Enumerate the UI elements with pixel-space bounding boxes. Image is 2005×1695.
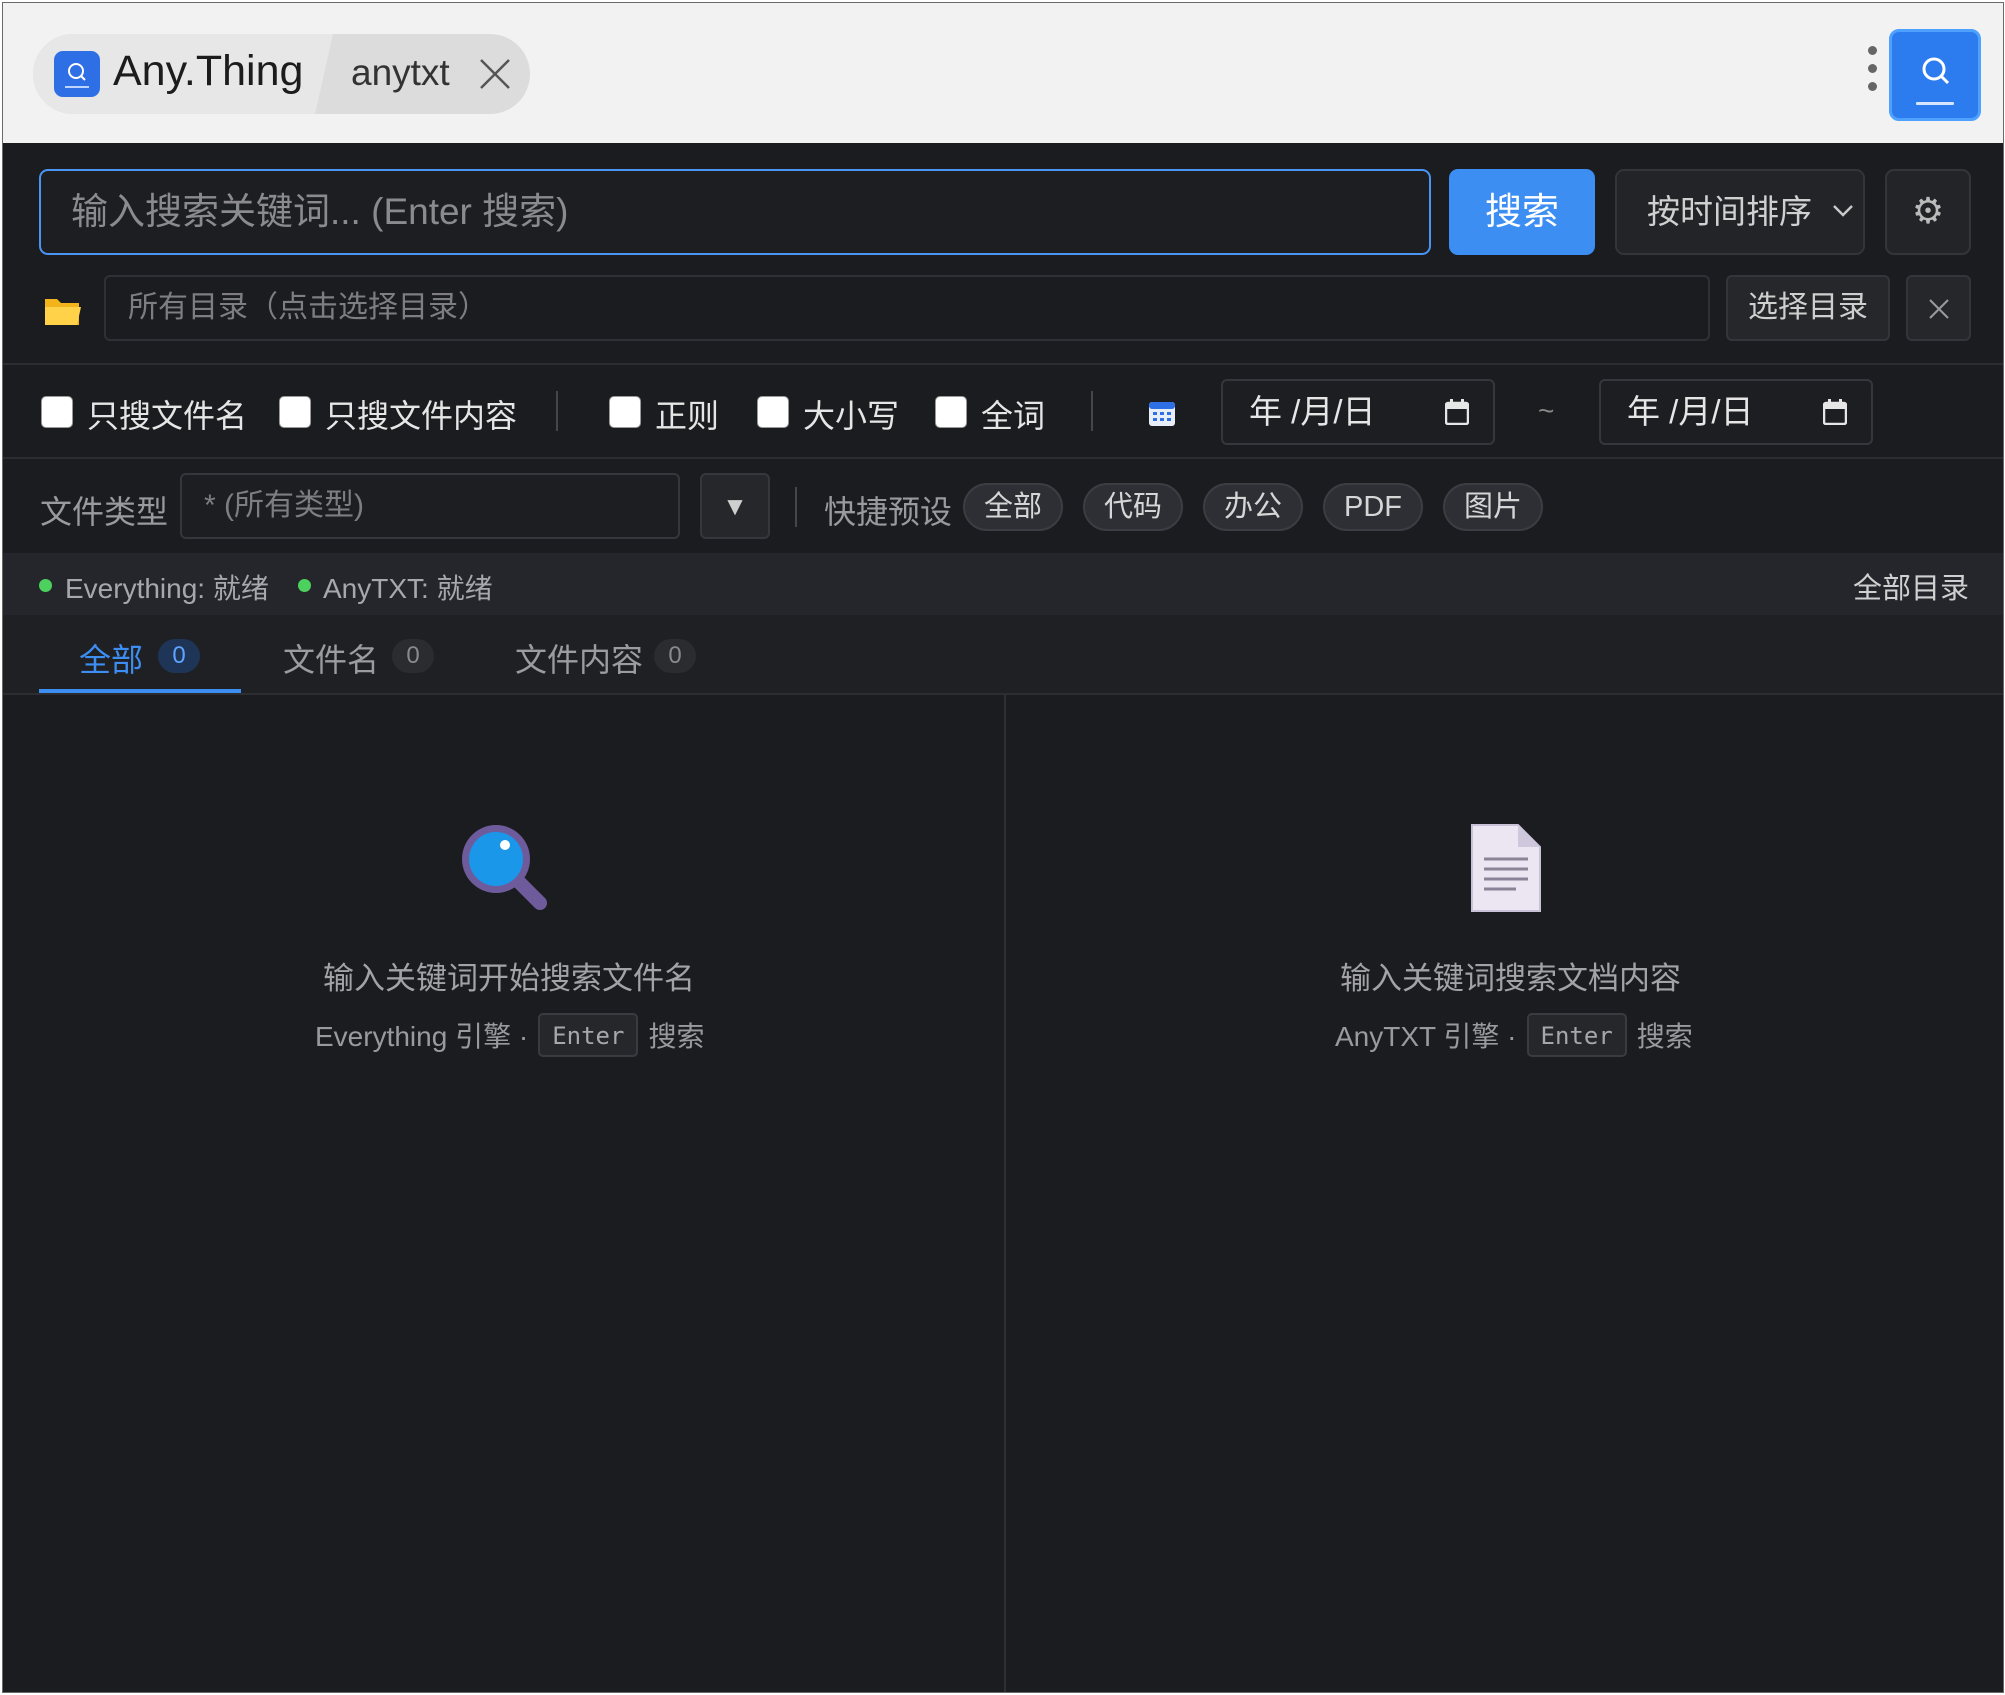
- anything-app-icon[interactable]: [1889, 29, 1981, 121]
- regex-label: 正则: [655, 398, 720, 434]
- date-separator: ~: [1538, 395, 1555, 426]
- tab-filename[interactable]: 文件名: [283, 635, 379, 681]
- tab-content[interactable]: 文件内容: [515, 635, 643, 681]
- sort-select[interactable]: 按时间排序: [1615, 169, 1865, 255]
- case-label: 大小写: [803, 398, 900, 434]
- preset-chip-all[interactable]: 全部: [963, 483, 1063, 531]
- calendar-icon[interactable]: [1823, 399, 1847, 425]
- preset-label: 快捷预设: [824, 494, 953, 530]
- preset-chip-code[interactable]: 代码: [1083, 483, 1183, 531]
- tab-content-count: 0: [654, 639, 696, 673]
- tab-all-count: 0: [158, 639, 200, 673]
- empty-state-title: 输入关键词搜索文档内容: [1340, 961, 1681, 996]
- enter-key: Enter: [1526, 1013, 1627, 1057]
- content-only-checkbox[interactable]: [279, 396, 311, 428]
- everything-status: Everything: 就绪: [65, 573, 269, 604]
- close-icon: [1929, 299, 1949, 319]
- tab-strip: Any.Thing anytxt: [3, 3, 2003, 143]
- divider: [795, 487, 797, 527]
- divider: [556, 391, 558, 431]
- chevron-down-icon: [1829, 197, 1857, 225]
- tab-group: Any.Thing anytxt: [33, 34, 530, 114]
- tab-filename-count: 0: [392, 639, 434, 673]
- divider: [3, 693, 2003, 695]
- close-icon[interactable]: [473, 52, 517, 96]
- anytxt-status: AnyTXT: 就绪: [323, 573, 493, 604]
- filetype-dropdown-button[interactable]: ▼: [700, 473, 770, 539]
- filename-only-label: 只搜文件名: [87, 398, 248, 434]
- app-logo-icon: [54, 51, 100, 97]
- search-button[interactable]: 搜索: [1449, 169, 1595, 255]
- panel-divider[interactable]: [1004, 695, 1006, 1692]
- empty-state-hint: Everything 引擎 · Enter 搜索: [315, 1013, 704, 1057]
- preset-chip-office[interactable]: 办公: [1203, 483, 1303, 531]
- filetype-input[interactable]: * (所有类型): [180, 473, 680, 539]
- tab-all[interactable]: 全部: [79, 635, 143, 681]
- anytxt-status-dot: [298, 579, 311, 592]
- divider: [3, 363, 2003, 365]
- content-only-label: 只搜文件内容: [325, 398, 518, 434]
- filename-only-checkbox[interactable]: [41, 396, 73, 428]
- regex-checkbox[interactable]: [609, 396, 641, 428]
- date-to-value: 年 /月/日: [1627, 393, 1754, 430]
- gear-icon: ⚙: [1911, 190, 1945, 231]
- preset-chip-image[interactable]: 图片: [1443, 483, 1543, 531]
- enter-key: Enter: [538, 1013, 639, 1057]
- whole-word-label: 全词: [981, 398, 1046, 434]
- whole-word-checkbox[interactable]: [935, 396, 967, 428]
- filetype-label: 文件类型: [40, 494, 169, 530]
- magnifier-icon: [462, 825, 547, 910]
- action-label: 搜索: [1636, 1021, 1693, 1052]
- settings-button[interactable]: ⚙: [1885, 169, 1971, 255]
- more-menu-icon[interactable]: [1863, 43, 1881, 103]
- date-to-input[interactable]: 年 /月/日: [1599, 379, 1873, 445]
- app-window: Any.Thing anytxt 搜索 按时间排序 ⚙: [2, 2, 2004, 1693]
- date-from-input[interactable]: 年 /月/日: [1221, 379, 1495, 445]
- date-from-value: 年 /月/日: [1249, 393, 1376, 430]
- preset-chip-pdf[interactable]: PDF: [1323, 483, 1423, 531]
- document-icon: [1471, 824, 1541, 912]
- calendar-icon: [1148, 399, 1176, 427]
- empty-state-hint: AnyTXT 引擎 · Enter 搜索: [1335, 1013, 1693, 1057]
- app-title: Any.Thing: [113, 47, 304, 95]
- divider: [1091, 391, 1093, 431]
- engine-label: AnyTXT 引擎 ·: [1335, 1021, 1517, 1052]
- tab-anytxt[interactable]: anytxt: [351, 52, 450, 94]
- search-input[interactable]: [39, 169, 1431, 255]
- divider: [3, 457, 2003, 459]
- choose-directory-button[interactable]: 选择目录: [1726, 275, 1890, 341]
- folder-icon: [43, 293, 83, 329]
- directory-input[interactable]: 所有目录（点击选择目录）: [104, 275, 1710, 341]
- calendar-icon[interactable]: [1445, 399, 1469, 425]
- engine-label: Everything 引擎 ·: [315, 1021, 529, 1052]
- everything-status-dot: [39, 579, 52, 592]
- tab-anything[interactable]: Any.Thing: [33, 34, 333, 114]
- scope-label[interactable]: 全部目录: [1853, 565, 1969, 607]
- action-label: 搜索: [648, 1021, 705, 1052]
- case-checkbox[interactable]: [757, 396, 789, 428]
- clear-directory-button[interactable]: [1906, 275, 1971, 341]
- empty-state-title: 输入关键词开始搜索文件名: [323, 961, 695, 996]
